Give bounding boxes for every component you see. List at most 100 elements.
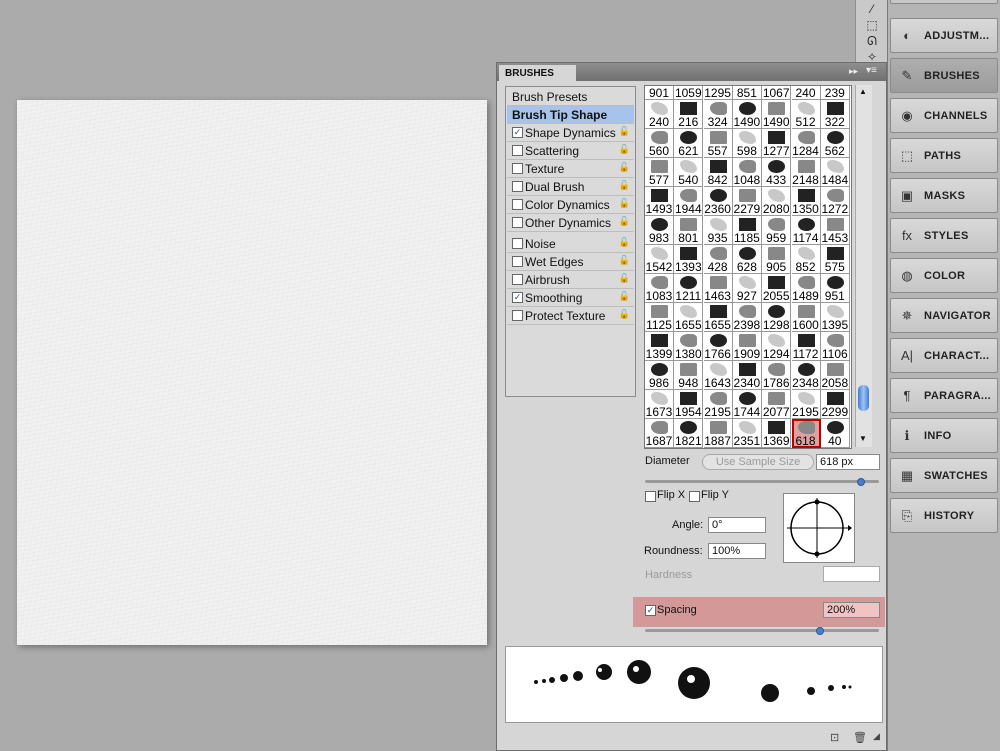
brush-option-shape-dynamics[interactable]: ✓ 🔓 Shape Dynamics bbox=[507, 124, 634, 142]
new-preset-icon[interactable]: ⊡ bbox=[830, 731, 839, 744]
lock-icon[interactable]: 🔓 bbox=[619, 309, 630, 320]
lock-icon[interactable]: 🔓 bbox=[619, 144, 630, 155]
brush-preset[interactable]: 1944 bbox=[674, 187, 704, 216]
diameter-field[interactable]: 618 px bbox=[816, 454, 880, 470]
trash-icon[interactable]: 🗑 bbox=[853, 731, 867, 744]
option-checkbox[interactable] bbox=[512, 163, 523, 174]
brush-preset[interactable]: 1655 bbox=[703, 303, 733, 332]
brush-preset[interactable]: 2055 bbox=[762, 274, 792, 303]
spacing-slider-knob[interactable] bbox=[816, 627, 824, 635]
brush-preset[interactable]: 598 bbox=[732, 129, 762, 158]
brush-preset[interactable]: 1687 bbox=[645, 419, 674, 448]
brush-preset[interactable]: 1125 bbox=[645, 303, 674, 332]
brush-preset[interactable]: 1786 bbox=[762, 361, 792, 390]
dock-item-paths[interactable]: ⬚ PATHS bbox=[890, 138, 998, 173]
brush-preset[interactable]: 560 bbox=[645, 129, 674, 158]
brush-preset[interactable]: 2195 bbox=[703, 390, 733, 419]
brush-preset[interactable]: 2348 bbox=[791, 361, 821, 390]
brush-option-brush-tip-shape[interactable]: Brush Tip Shape bbox=[507, 106, 634, 124]
option-checkbox[interactable] bbox=[512, 310, 523, 321]
lock-icon[interactable]: 🔓 bbox=[619, 162, 630, 173]
brush-preset[interactable]: 628 bbox=[732, 245, 762, 274]
dock-item-channels[interactable]: ◉ CHANNELS bbox=[890, 98, 998, 133]
lock-icon[interactable]: 🔓 bbox=[619, 180, 630, 191]
brush-preset[interactable]: 1395 bbox=[820, 303, 850, 332]
brush-preset[interactable]: 1887 bbox=[703, 419, 733, 448]
brush-preset[interactable]: 1294 bbox=[762, 332, 792, 361]
angle-roundness-widget[interactable] bbox=[783, 493, 855, 563]
brush-preset[interactable]: 577 bbox=[645, 158, 674, 187]
brush-preset[interactable]: 983 bbox=[645, 216, 674, 245]
brush-preset[interactable]: 2398 bbox=[732, 303, 762, 332]
option-checkbox[interactable] bbox=[512, 238, 523, 249]
brush-preset[interactable]: 1643 bbox=[703, 361, 733, 390]
brush-preset[interactable]: 1350 bbox=[791, 187, 821, 216]
brush-preset[interactable]: 1399 bbox=[645, 332, 674, 361]
brush-preset[interactable]: 842 bbox=[703, 158, 733, 187]
brush-option-smoothing[interactable]: ✓ 🔓 Smoothing bbox=[507, 289, 634, 307]
brush-option-texture[interactable]: 🔓 Texture bbox=[507, 160, 634, 178]
dock-item-brushes[interactable]: ✎ BRUSHES bbox=[890, 58, 998, 93]
brush-preset[interactable]: 1909 bbox=[732, 332, 762, 361]
lock-icon[interactable]: 🔓 bbox=[619, 237, 630, 248]
brush-preset[interactable]: 852 bbox=[791, 245, 821, 274]
brush-preset[interactable]: 901 bbox=[645, 86, 674, 100]
brush-preset[interactable]: 1185 bbox=[732, 216, 762, 245]
brush-preset[interactable]: 1744 bbox=[732, 390, 762, 419]
brush-preset[interactable]: 959 bbox=[762, 216, 792, 245]
dock-item-partial[interactable] bbox=[890, 0, 998, 4]
brush-preset[interactable]: 540 bbox=[674, 158, 704, 187]
brush-preset[interactable]: 557 bbox=[703, 129, 733, 158]
brush-preset[interactable]: 951 bbox=[820, 274, 850, 303]
brush-preset[interactable]: 512 bbox=[791, 100, 821, 129]
angle-field[interactable]: 0° bbox=[708, 517, 766, 533]
brush-preset[interactable]: 322 bbox=[820, 100, 850, 129]
brush-preset[interactable]: 2340 bbox=[732, 361, 762, 390]
brush-option-color-dynamics[interactable]: 🔓 Color Dynamics bbox=[507, 196, 634, 214]
brush-preset[interactable]: 2148 bbox=[791, 158, 821, 187]
brush-preset[interactable]: 1174 bbox=[791, 216, 821, 245]
brush-preset[interactable]: 1490 bbox=[762, 100, 792, 129]
marquee-icon[interactable]: ⬚ bbox=[864, 18, 880, 32]
dock-item-color[interactable]: ◍ COLOR bbox=[890, 258, 998, 293]
brush-preset[interactable]: 1083 bbox=[645, 274, 674, 303]
option-checkbox[interactable] bbox=[512, 181, 523, 192]
brush-preset[interactable]: 1673 bbox=[645, 390, 674, 419]
collapse-icon[interactable]: ▸▸ bbox=[849, 66, 858, 77]
brush-preset[interactable]: 240 bbox=[645, 100, 674, 129]
dock-item-adjustm[interactable]: ◐ ADJUSTM... bbox=[890, 18, 998, 53]
diameter-slider[interactable] bbox=[645, 478, 879, 486]
brush-preset[interactable]: 1655 bbox=[674, 303, 704, 332]
brush-preset[interactable]: 1490 bbox=[732, 100, 762, 129]
lock-icon[interactable]: 🔓 bbox=[619, 198, 630, 209]
brush-preset[interactable]: 1766 bbox=[703, 332, 733, 361]
brush-preset[interactable]: 1048 bbox=[732, 158, 762, 187]
scroll-down-icon[interactable]: ▼ bbox=[859, 434, 867, 443]
brush-preset[interactable]: 1369 bbox=[762, 419, 792, 448]
lock-icon[interactable]: 🔓 bbox=[619, 255, 630, 266]
dock-item-history[interactable]: ⎘ HISTORY bbox=[890, 498, 998, 533]
option-checkbox[interactable] bbox=[512, 217, 523, 228]
spacing-field[interactable]: 200% bbox=[823, 602, 880, 618]
brush-preset[interactable]: 801 bbox=[674, 216, 704, 245]
brush-preset[interactable]: 1172 bbox=[791, 332, 821, 361]
resize-grip-icon[interactable]: ◢ bbox=[873, 731, 880, 742]
brush-option-brush-presets[interactable]: Brush Presets bbox=[507, 88, 634, 106]
brush-preset[interactable]: 1298 bbox=[762, 303, 792, 332]
brush-preset[interactable]: 2080 bbox=[762, 187, 792, 216]
brush-option-scattering[interactable]: 🔓 Scattering bbox=[507, 142, 634, 160]
brush-preset[interactable]: 2058 bbox=[820, 361, 850, 390]
option-checkbox[interactable]: ✓ bbox=[512, 127, 523, 138]
option-checkbox[interactable] bbox=[512, 256, 523, 267]
brush-preset[interactable]: 905 bbox=[762, 245, 792, 274]
spacing-checkbox[interactable]: ✓ bbox=[645, 605, 656, 616]
brush-preset[interactable]: 2195 bbox=[791, 390, 821, 419]
brush-preset[interactable]: 433 bbox=[762, 158, 792, 187]
scroll-up-icon[interactable]: ▲ bbox=[859, 87, 867, 96]
document-canvas[interactable] bbox=[17, 100, 487, 645]
brush-preset[interactable]: 216 bbox=[674, 100, 704, 129]
spacing-slider[interactable] bbox=[645, 627, 879, 635]
brush-preset[interactable]: 1393 bbox=[674, 245, 704, 274]
brush-preset[interactable]: 618 bbox=[791, 419, 821, 448]
brush-preset[interactable]: 935 bbox=[703, 216, 733, 245]
